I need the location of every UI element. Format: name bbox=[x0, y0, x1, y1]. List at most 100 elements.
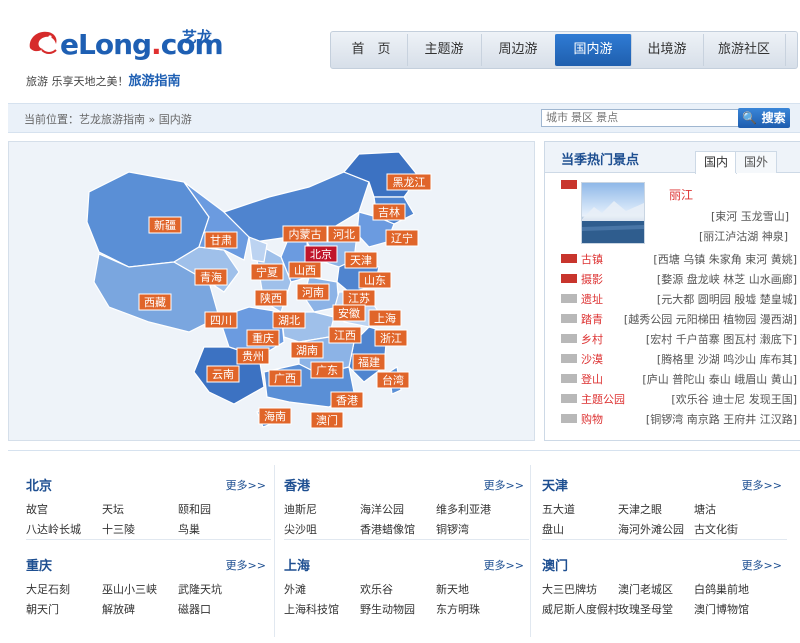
hot-places-link[interactable]: [婺源 盘龙峡 林芝 山水画廊] bbox=[657, 271, 797, 287]
hot-category-link[interactable]: 古镇 bbox=[581, 251, 603, 267]
attraction-link[interactable]: 海河外滩公园 bbox=[618, 521, 684, 537]
lijiang-photo[interactable] bbox=[581, 182, 645, 244]
more-link[interactable]: 更多>> bbox=[742, 477, 782, 493]
province-label[interactable]: 甘肃 bbox=[210, 234, 232, 247]
province-label[interactable]: 新疆 bbox=[154, 218, 176, 232]
attraction-link[interactable]: 澳门博物馆 bbox=[694, 601, 749, 617]
attraction-link[interactable]: 尖沙咀 bbox=[284, 521, 317, 537]
hot-category-link[interactable]: 摄影 bbox=[581, 271, 603, 287]
city-name[interactable]: 香港 bbox=[284, 475, 310, 494]
hot-places-link[interactable]: [越秀公园 元阳梯田 植物园 漫西湖] bbox=[624, 311, 797, 327]
attraction-link[interactable]: 威尼斯人度假村 bbox=[542, 601, 619, 617]
attraction-link[interactable]: 鸟巢 bbox=[178, 521, 200, 537]
province-label[interactable]: 西藏 bbox=[144, 296, 166, 309]
province-label[interactable]: 澳门 bbox=[316, 413, 338, 427]
tab-overseas[interactable]: 国外 bbox=[735, 151, 777, 173]
province-label[interactable]: 辽宁 bbox=[391, 231, 413, 245]
hot-places-link[interactable]: [铜锣湾 南京路 王府井 江汉路] bbox=[646, 411, 797, 427]
featured-tag[interactable]: [束河 玉龙雪山] bbox=[711, 208, 789, 224]
province-label[interactable]: 河南 bbox=[302, 286, 324, 299]
attraction-link[interactable]: 古文化街 bbox=[694, 521, 738, 537]
hot-category-link[interactable]: 购物 bbox=[581, 411, 603, 427]
attraction-link[interactable]: 香港蜡像馆 bbox=[360, 521, 415, 537]
province-label[interactable]: 河北 bbox=[333, 228, 355, 241]
attraction-link[interactable]: 野生动物园 bbox=[360, 601, 415, 617]
attraction-link[interactable]: 铜锣湾 bbox=[436, 521, 469, 537]
more-link[interactable]: 更多>> bbox=[484, 557, 524, 573]
hot-places-link[interactable]: [欢乐谷 迪士尼 发现王国] bbox=[671, 391, 797, 407]
province-label[interactable]: 北京 bbox=[310, 247, 332, 261]
province-label[interactable]: 湖南 bbox=[296, 344, 318, 357]
attraction-link[interactable]: 盘山 bbox=[542, 521, 564, 537]
hot-category-link[interactable]: 主题公园 bbox=[581, 391, 625, 407]
search-input[interactable] bbox=[541, 109, 741, 127]
province-label[interactable]: 宁夏 bbox=[256, 265, 278, 279]
province-label[interactable]: 福建 bbox=[358, 355, 380, 369]
attraction-link[interactable]: 磁器口 bbox=[178, 601, 211, 617]
province-label[interactable]: 云南 bbox=[212, 368, 234, 381]
attraction-link[interactable]: 故宫 bbox=[26, 501, 48, 517]
more-link[interactable]: 更多>> bbox=[226, 477, 266, 493]
hot-places-link[interactable]: [腾格里 沙湖 鸣沙山 库布其] bbox=[657, 351, 797, 367]
attraction-link[interactable]: 新天地 bbox=[436, 581, 469, 597]
province-label[interactable]: 黑龙江 bbox=[393, 176, 426, 189]
attraction-link[interactable]: 玫瑰圣母堂 bbox=[618, 601, 673, 617]
hot-category-link[interactable]: 沙漠 bbox=[581, 351, 603, 367]
more-link[interactable]: 更多>> bbox=[742, 557, 782, 573]
hot-category-link[interactable]: 登山 bbox=[581, 371, 603, 387]
attraction-link[interactable]: 欢乐谷 bbox=[360, 581, 393, 597]
city-name[interactable]: 天津 bbox=[542, 475, 568, 494]
province-label[interactable]: 天津 bbox=[350, 254, 372, 267]
attraction-link[interactable]: 十三陵 bbox=[102, 521, 135, 537]
province-label[interactable]: 台湾 bbox=[382, 373, 404, 387]
attraction-link[interactable]: 大足石刻 bbox=[26, 581, 70, 597]
province-label[interactable]: 陕西 bbox=[260, 291, 282, 305]
province-label[interactable]: 青海 bbox=[200, 270, 222, 284]
attraction-link[interactable]: 颐和园 bbox=[178, 501, 211, 517]
attraction-link[interactable]: 大三巴牌坊 bbox=[542, 581, 597, 597]
hot-category-link[interactable]: 遗址 bbox=[581, 291, 603, 307]
hot-places-link[interactable]: [庐山 普陀山 泰山 峨眉山 黄山] bbox=[642, 371, 797, 387]
attraction-link[interactable]: 解放碑 bbox=[102, 601, 135, 617]
nav-tab[interactable]: 周边游 bbox=[481, 34, 556, 66]
nav-tab[interactable]: 主题游 bbox=[407, 34, 482, 66]
attraction-link[interactable]: 八达岭长城 bbox=[26, 521, 81, 537]
hot-places-link[interactable]: [宏村 千户苗寨 图瓦村 瀔底下] bbox=[646, 331, 797, 347]
province-label[interactable]: 江苏 bbox=[348, 292, 370, 305]
province-label[interactable]: 安徽 bbox=[338, 306, 360, 320]
elong-logo[interactable]: eLong.com 艺龙 旅游 乐享天地之美！旅游指南 bbox=[26, 22, 224, 92]
nav-tab[interactable]: 旅游社区 bbox=[703, 34, 786, 66]
attraction-link[interactable]: 海洋公园 bbox=[360, 501, 404, 517]
province-label[interactable]: 山西 bbox=[294, 264, 316, 277]
attraction-link[interactable]: 迪斯尼 bbox=[284, 501, 317, 517]
province-label[interactable]: 广西 bbox=[274, 372, 296, 385]
city-name[interactable]: 上海 bbox=[284, 555, 310, 574]
featured-tag[interactable]: [丽江泸沽湖 神泉] bbox=[699, 228, 788, 244]
province-label[interactable]: 江西 bbox=[334, 329, 356, 342]
province-label[interactable]: 海南 bbox=[264, 409, 286, 423]
province-label[interactable]: 四川 bbox=[210, 314, 232, 327]
more-link[interactable]: 更多>> bbox=[484, 477, 524, 493]
attraction-link[interactable]: 朝天门 bbox=[26, 601, 59, 617]
hot-places-link[interactable]: [元大都 圆明园 殷墟 楚皇城] bbox=[657, 291, 797, 307]
province-label[interactable]: 吉林 bbox=[378, 205, 400, 219]
province-label[interactable]: 浙江 bbox=[380, 332, 402, 345]
attraction-link[interactable]: 东方明珠 bbox=[436, 601, 480, 617]
province-label[interactable]: 贵州 bbox=[242, 350, 264, 363]
attraction-link[interactable]: 塘沽 bbox=[694, 501, 716, 517]
hot-category-link[interactable]: 踏青 bbox=[581, 311, 603, 327]
tab-domestic[interactable]: 国内 bbox=[695, 151, 737, 174]
attraction-link[interactable]: 白鸽巢前地 bbox=[694, 581, 749, 597]
more-link[interactable]: 更多>> bbox=[226, 557, 266, 573]
province-label[interactable]: 内蒙古 bbox=[289, 227, 322, 241]
hot-places-link[interactable]: [西塘 乌镇 朱家角 束河 黄姚] bbox=[653, 251, 797, 267]
attraction-link[interactable]: 天坛 bbox=[102, 501, 124, 517]
city-name[interactable]: 北京 bbox=[26, 475, 52, 494]
province-label[interactable]: 香港 bbox=[336, 394, 358, 407]
featured-name[interactable]: 丽江 bbox=[669, 186, 693, 203]
city-name[interactable]: 重庆 bbox=[26, 555, 52, 574]
attraction-link[interactable]: 武隆天坑 bbox=[178, 581, 222, 597]
city-name[interactable]: 澳门 bbox=[542, 555, 568, 574]
province-label[interactable]: 重庆 bbox=[252, 331, 274, 345]
attraction-link[interactable]: 外滩 bbox=[284, 581, 306, 597]
